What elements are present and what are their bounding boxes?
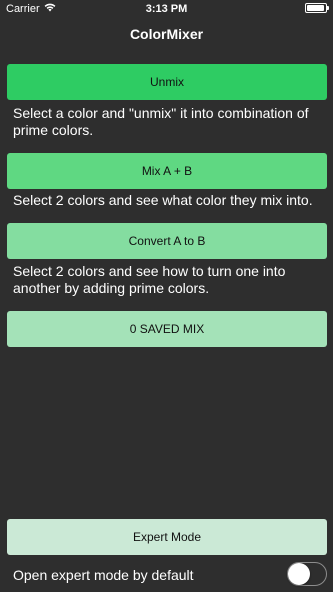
battery-icon	[305, 3, 329, 13]
expert-default-toggle[interactable]	[287, 562, 327, 586]
convert-description: Select 2 colors and see how to turn one …	[13, 263, 286, 296]
status-time: 3:13 PM	[145, 3, 188, 15]
expert-mode-button[interactable]: Expert Mode	[7, 519, 327, 555]
nav-title: ColorMixer	[129, 26, 204, 42]
convert-button[interactable]: Convert A to B	[7, 223, 327, 259]
status-bar: Carrier 3:13 PM	[0, 0, 333, 18]
unmix-description: Select a color and "unmix" it into combi…	[13, 105, 309, 138]
saved-mix-button[interactable]: 0 SAVED MIX	[7, 311, 327, 347]
toggle-knob[interactable]	[288, 563, 310, 585]
status-right	[305, 3, 329, 13]
unmix-button[interactable]: Unmix	[7, 64, 327, 100]
expert-default-label: Open expert mode by default	[13, 567, 194, 583]
mix-button[interactable]: Mix A + B	[7, 153, 327, 189]
mix-description: Select 2 colors and see what color they …	[13, 192, 313, 208]
